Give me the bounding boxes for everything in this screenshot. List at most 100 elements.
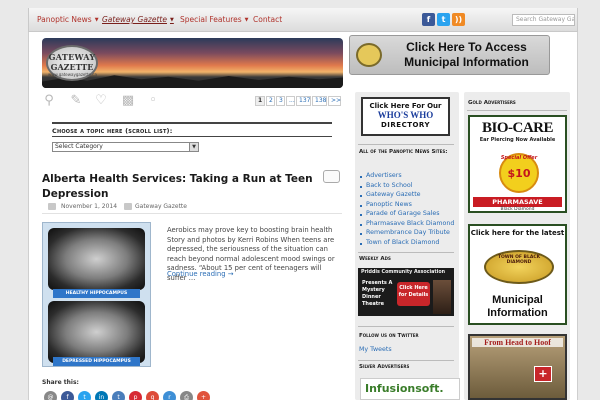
lightbulb-icon[interactable]: ◦ <box>146 94 160 108</box>
divider <box>358 326 454 327</box>
divider <box>52 122 332 124</box>
sites-link-black-diamond[interactable]: Town of Black Diamond <box>366 239 439 246</box>
municipal-info-banner[interactable]: Click Here To Access Municipal Informati… <box>349 35 550 75</box>
rss-icon[interactable]: )) <box>452 13 465 26</box>
sites-link-panoptic-news[interactable]: Panoptic News <box>366 201 412 208</box>
nav-gateway-gazette[interactable]: Gateway Gazette ▼ <box>102 15 174 24</box>
page-next[interactable]: >> <box>328 96 341 106</box>
tumblr-share-icon[interactable]: t <box>112 391 125 400</box>
black-diamond-municipal-ad[interactable]: Click here for the latest TOWN OF BLACK … <box>468 224 567 325</box>
sites-link-gateway-gazette[interactable]: Gateway Gazette <box>366 191 421 198</box>
nav-label: Gateway Gazette <box>102 15 167 24</box>
sites-link-remembrance-day[interactable]: Remembrance Day Tribute <box>366 229 450 236</box>
bullet <box>360 186 362 188</box>
chevron-down-icon: ▼ <box>169 17 174 23</box>
priddis-mystery-dinner-ad[interactable]: Priddis Community Association Presents A… <box>358 268 454 316</box>
facebook-share-icon[interactable]: f <box>61 391 74 400</box>
topic-label: Choose a topic here (scroll list): <box>52 127 173 135</box>
pharmasave-logo: PHARMASAVE <box>473 197 562 207</box>
page-link-1[interactable]: 1 <box>255 96 265 106</box>
nav-special-features[interactable]: Special Features ▼ <box>180 15 249 24</box>
nav-panoptic-news[interactable]: Panoptic News ▼ <box>37 15 99 24</box>
vet-cross-icon: + <box>534 366 552 382</box>
post-date: November 1, 2014 <box>61 203 118 210</box>
comment-bubble-icon[interactable] <box>323 170 340 183</box>
whos-who-directory-ad[interactable]: Click Here For Our WHO'S WHO DIRECTORY <box>361 97 450 136</box>
facebook-icon[interactable]: f <box>422 13 435 26</box>
divider <box>467 110 567 111</box>
category-select[interactable]: Select Category ▼ <box>52 142 199 152</box>
infusionsoft-ad[interactable]: Infusionsoft. <box>360 378 460 400</box>
top-navigation-bar: Panoptic News ▼ Gateway Gazette ▼ Special … <box>28 8 578 32</box>
whoswho-line-1: Click Here For Our <box>369 102 442 110</box>
header-banner[interactable]: GATEWAY GAZETTE www.gatewaygazette.ca <box>42 38 343 88</box>
town-seal-icon: TOWN OF BLACK DIAMOND <box>484 250 554 284</box>
page-link-138[interactable]: 138 <box>312 96 327 106</box>
divider <box>52 136 332 137</box>
sites-link-advertisers[interactable]: Advertisers <box>366 172 402 179</box>
priddis-presents: Presents A Mystery Dinner Theatre <box>362 280 393 307</box>
chevron-down-icon: ▼ <box>189 143 198 151</box>
search-input[interactable]: Search Gateway Gazette <box>512 14 575 26</box>
twitter-heading: Follow us on Twitter <box>359 333 419 339</box>
twitter-share-icon[interactable]: t <box>78 391 91 400</box>
pharmasave-location: Black Diamond <box>500 207 535 212</box>
priddis-photo <box>433 280 451 314</box>
bullet <box>360 233 362 235</box>
nav-contact[interactable]: Contact <box>253 15 282 24</box>
divider <box>42 213 342 214</box>
twitter-icon[interactable]: t <box>437 13 450 26</box>
weekly-ads-heading: Weekly Ads <box>359 256 391 262</box>
site-logo[interactable]: GATEWAY GAZETTE www.gatewaygazette.ca <box>46 45 98 81</box>
post-author[interactable]: Gateway Gazette <box>135 203 187 210</box>
my-tweets-link[interactable]: My Tweets <box>359 346 392 353</box>
author-icon <box>124 203 132 210</box>
municipal-banner-text: Click Here To Access Municipal Informati… <box>384 40 549 70</box>
bullet <box>360 243 362 245</box>
divider <box>358 252 454 253</box>
brain-scan-top <box>48 228 145 290</box>
bullet <box>360 195 362 197</box>
town-seal-text: TOWN OF BLACK DIAMOND <box>497 255 541 265</box>
reddit-share-icon[interactable]: r <box>163 391 176 400</box>
biocare-pharmasave-ad[interactable]: BIO-CARE Ear Piercing Now Available Spec… <box>468 115 567 213</box>
page-link-137[interactable]: 137 <box>296 96 311 106</box>
biocare-price: $10 <box>507 167 531 180</box>
sites-link-back-to-school[interactable]: Back to School <box>366 182 413 189</box>
post-thumbnail[interactable]: HEALTHY HIPPOCAMPUS DEPRESSED HIPPOCAMPU… <box>42 222 151 367</box>
logo-line-2: GAZETTE <box>50 62 94 72</box>
puzzle-icon[interactable]: ▩ <box>121 94 135 108</box>
page-link-2[interactable]: 2 <box>266 96 275 106</box>
googleplus-share-icon[interactable]: g <box>146 391 159 400</box>
head-to-hoof-ad[interactable]: From Head to Hoof + <box>468 334 567 400</box>
email-share-icon[interactable]: @ <box>44 391 57 400</box>
pen-icon[interactable]: ✎ <box>69 94 83 108</box>
whoswho-line-3: DIRECTORY <box>380 121 431 129</box>
nav-label: Contact <box>253 15 283 24</box>
bd-ad-heading: Click here for the latest <box>470 229 565 237</box>
heart-icon[interactable]: ♡ <box>94 94 108 108</box>
read-more-link[interactable]: Continue reading → <box>167 270 233 278</box>
nav-label: Special Features <box>180 15 242 24</box>
post-title[interactable]: Alberta Health Services: Taking a Run at… <box>42 172 317 202</box>
bd-ad-text: Municipal Information <box>470 294 565 320</box>
priddis-details-button[interactable]: Click Here for Details <box>397 282 430 306</box>
bd-ad-line-2: Information <box>487 307 548 319</box>
search-icon[interactable]: ⚲ <box>42 94 56 108</box>
divider <box>358 360 454 361</box>
page-ellipsis: ... <box>286 96 295 106</box>
page-link-3[interactable]: 3 <box>276 96 285 106</box>
chevron-down-icon: ▼ <box>244 17 249 23</box>
linkedin-share-icon[interactable]: in <box>95 391 108 400</box>
category-select-value: Select Category <box>55 143 103 150</box>
chevron-down-icon: ▼ <box>94 17 99 23</box>
image-label-healthy: HEALTHY HIPPOCAMPUS <box>53 289 140 298</box>
sites-link-pharmasave[interactable]: Pharmasave Black Diamond <box>366 220 454 227</box>
logo-line-1: GATEWAY <box>48 52 96 62</box>
priddis-title: Priddis Community Association <box>361 270 446 275</box>
print-share-icon[interactable]: ⎙ <box>180 391 193 400</box>
more-share-icon[interactable]: + <box>197 391 210 400</box>
pinterest-share-icon[interactable]: p <box>129 391 142 400</box>
municipal-banner-line-2: Municipal Information <box>404 55 529 69</box>
sites-link-garage-sales[interactable]: Parade of Garage Sales <box>366 210 440 217</box>
